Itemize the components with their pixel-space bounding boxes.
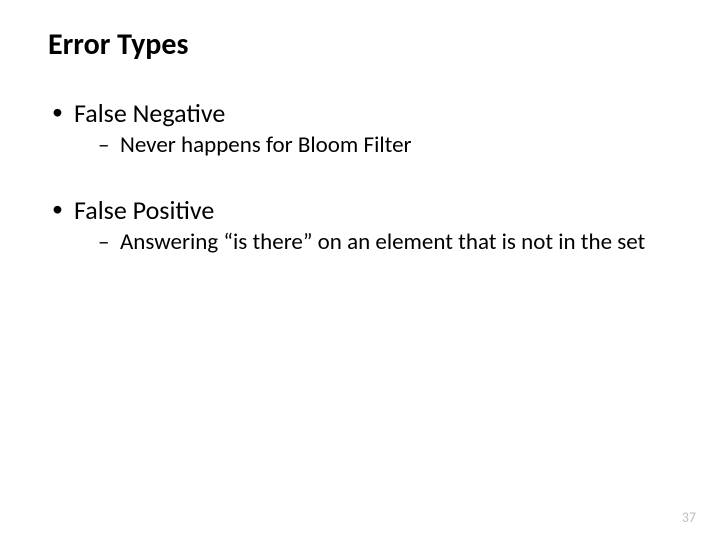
page-number: 37	[682, 509, 696, 526]
sub-bullet-item: Answering “is there” on an element that …	[98, 228, 660, 257]
bullet-list: False Negative Never happens for Bloom F…	[48, 97, 672, 258]
sub-bullet-list: Answering “is there” on an element that …	[74, 228, 672, 257]
sub-bullet-item: Never happens for Bloom Filter	[98, 131, 660, 160]
bullet-label: False Positive	[74, 194, 214, 226]
bullet-label: False Negative	[74, 97, 225, 129]
slide-title: Error Types	[48, 28, 672, 63]
slide: Error Types False Negative Never happens…	[0, 0, 720, 540]
sub-bullet-list: Never happens for Bloom Filter	[74, 131, 672, 160]
bullet-item: False Positive Answering “is there” on a…	[48, 194, 672, 257]
bullet-item: False Negative Never happens for Bloom F…	[48, 97, 672, 160]
